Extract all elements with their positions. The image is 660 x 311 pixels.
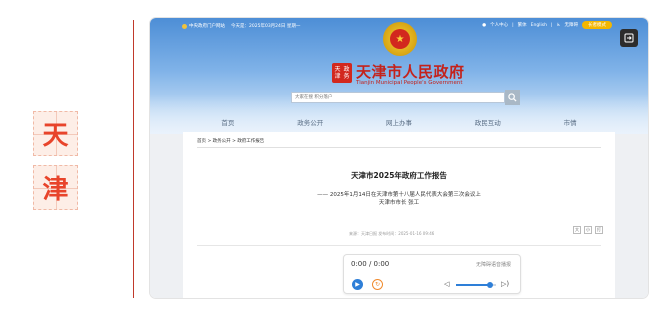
volume-handle[interactable] bbox=[487, 282, 493, 288]
audio-player: 0:00 / 0:00 无障碍语音播报 ▶ ↻ ◁ ▷) bbox=[343, 254, 521, 294]
vertical-divider bbox=[133, 20, 134, 298]
main-nav: 首页 政务公开 网上办事 政民互动 市情 bbox=[150, 117, 648, 131]
central-gov-link[interactable]: 中央政府门户网站 bbox=[189, 23, 225, 29]
seal-text: 政务 bbox=[343, 66, 350, 80]
logo-text: 天津市人民政府 Tianjin Municipal People's Gover… bbox=[356, 61, 465, 86]
article-title: 天津市2025年政府工作报告 bbox=[351, 171, 447, 180]
article-subtitle: —— 2025年1月14日在天津市第十八届人民代表大会第三次会议上 bbox=[317, 192, 481, 198]
volume-fill bbox=[456, 284, 490, 286]
nav-item-city-info[interactable]: 市情 bbox=[564, 117, 577, 131]
volume-up-icon[interactable]: ▷) bbox=[501, 280, 509, 288]
accessibility-link[interactable]: 无障碍 bbox=[565, 22, 579, 28]
search-button[interactable] bbox=[505, 90, 520, 105]
nav-item-home[interactable]: 首页 bbox=[221, 117, 234, 131]
nav-item-interaction[interactable]: 政民互动 bbox=[475, 117, 501, 131]
breadcrumb-gov-affairs[interactable]: 政务公开 bbox=[213, 139, 231, 144]
tile-char: 津 bbox=[42, 175, 69, 205]
user-icon: ● bbox=[482, 22, 487, 28]
logo-seal: 天津 政务 bbox=[332, 63, 352, 83]
nav-item-online-services[interactable]: 网上办事 bbox=[386, 117, 412, 131]
search-input[interactable] bbox=[292, 93, 487, 102]
play-icon[interactable]: ▶ bbox=[352, 279, 363, 290]
breadcrumb-current[interactable]: 政府工作报告 bbox=[237, 139, 264, 144]
top-bar-right: ● 个人中心 | 繁体 English | ♿ 无障碍 长者模式 bbox=[482, 21, 612, 29]
meta-divider bbox=[197, 245, 601, 246]
article-author: 天津市市长 张工 bbox=[378, 200, 420, 206]
english-link[interactable]: English bbox=[531, 23, 547, 28]
search-box bbox=[291, 90, 520, 105]
seal-text: 天津 bbox=[334, 66, 341, 80]
search-icon bbox=[508, 93, 517, 102]
top-bar-left: 中央政府门户网站 今天是：2025年03月24日 星期一 bbox=[182, 23, 300, 29]
font-smaller-button[interactable]: 小 bbox=[584, 226, 592, 234]
traditional-link[interactable]: 繁体 bbox=[518, 22, 527, 28]
personal-center-link[interactable]: 个人中心 bbox=[490, 22, 508, 28]
breadcrumb-separator: > bbox=[207, 139, 212, 144]
date-text: 今天是：2025年03月24日 星期一 bbox=[231, 24, 301, 29]
emblem-mini-icon bbox=[182, 23, 187, 29]
site-title-en: Tianjin Municipal People's Government bbox=[356, 79, 463, 86]
player-hint: 无障碍语音播报 bbox=[475, 262, 511, 268]
print-button[interactable]: 打 bbox=[595, 226, 603, 234]
article-panel: 首页 > 政务公开 > 政府工作报告 天津市2025年政府工作报告 —— 202… bbox=[183, 132, 615, 298]
player-time: 0:00 / 0:00 bbox=[351, 260, 390, 268]
separator: | bbox=[550, 22, 553, 28]
tile-char: 天 bbox=[42, 121, 69, 151]
breadcrumb-divider bbox=[197, 147, 601, 148]
decorative-tile-tian: 天 bbox=[33, 111, 78, 156]
site-logo[interactable]: 天津 政务 天津市人民政府 Tianjin Municipal People's… bbox=[332, 60, 465, 86]
breadcrumb-home[interactable]: 首页 bbox=[197, 139, 206, 144]
font-larger-button[interactable]: 大 bbox=[573, 226, 581, 234]
site-title: 天津市人民政府 bbox=[356, 62, 465, 81]
website-screenshot: 中央政府门户网站 今天是：2025年03月24日 星期一 ● 个人中心 | 繁体… bbox=[150, 18, 648, 298]
breadcrumb-separator: > bbox=[232, 139, 236, 144]
exit-icon[interactable] bbox=[620, 29, 638, 47]
emblem-center: ★ bbox=[390, 29, 410, 49]
national-emblem-icon: ★ bbox=[383, 22, 417, 56]
replay-icon[interactable]: ↻ bbox=[372, 279, 383, 290]
exit-glyph bbox=[624, 33, 634, 43]
decorative-tile-jin: 津 bbox=[33, 165, 78, 210]
accessibility-icon: ♿ bbox=[556, 22, 561, 28]
font-size-tools: 大 小 打 bbox=[573, 226, 603, 234]
nav-item-gov-affairs[interactable]: 政务公开 bbox=[297, 117, 323, 131]
page: 天 津 中央政府门户网站 今天是：2025年03月24日 星期一 ● 个人中心 … bbox=[0, 0, 660, 311]
care-mode-button[interactable]: 长者模式 bbox=[582, 21, 612, 29]
volume-slider[interactable] bbox=[456, 282, 496, 288]
article-meta: 来源：天津日报 发布时间：2025-01-16 09:46 bbox=[349, 231, 435, 236]
volume-down-icon[interactable]: ◁ bbox=[444, 280, 449, 288]
separator: | bbox=[512, 22, 514, 28]
breadcrumb: 首页 > 政务公开 > 政府工作报告 bbox=[197, 138, 264, 144]
